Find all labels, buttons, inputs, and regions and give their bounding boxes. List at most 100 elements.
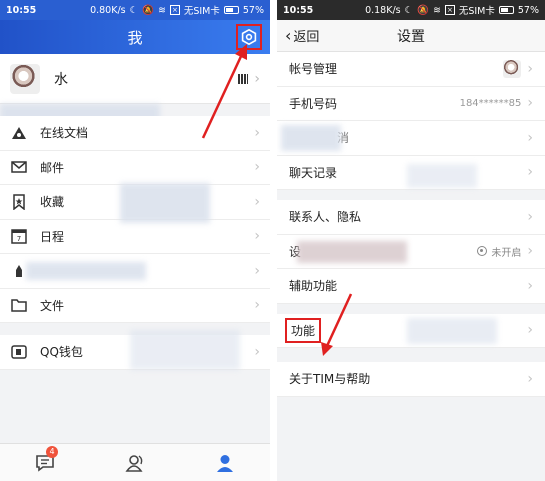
menu-item-label: 在线文档 bbox=[40, 126, 89, 141]
settings-item-label: 手机号码 bbox=[289, 96, 338, 111]
chevron-right-icon: › bbox=[527, 277, 533, 294]
chevron-right-icon: › bbox=[254, 193, 260, 210]
menu-item-label: 收藏 bbox=[40, 195, 65, 210]
screenshot: 10:55 0.80K/s ☾ 🔕 ≋ × 无SIM卡 57% 我 水 › 在线… bbox=[0, 0, 545, 481]
menu-item-online-docs[interactable]: 在线文档 › bbox=[0, 116, 270, 151]
me-screen: 10:55 0.80K/s ☾ 🔕 ≋ × 无SIM卡 57% 我 水 › 在线… bbox=[0, 0, 270, 481]
chevron-right-icon: › bbox=[254, 343, 260, 360]
me-header: 我 bbox=[0, 20, 270, 54]
chevron-right-icon: › bbox=[527, 164, 533, 181]
chevron-right-icon: › bbox=[527, 60, 533, 77]
tab-messages[interactable]: 4 bbox=[30, 445, 60, 478]
unread-badge: 4 bbox=[46, 445, 58, 458]
mute-icon: 🔕 bbox=[417, 4, 429, 16]
chevron-right-icon: › bbox=[254, 297, 260, 314]
wifi-icon: ≋ bbox=[158, 4, 166, 16]
settings-item-label: 关于TIM与帮助 bbox=[289, 372, 371, 387]
battery-level: 57% bbox=[517, 4, 539, 16]
avatar bbox=[10, 63, 40, 94]
chevron-left-icon: ‹ bbox=[285, 26, 292, 45]
settings-item-accessibility[interactable]: 辅助功能 › bbox=[277, 269, 545, 304]
network-speed: 0.80K/s bbox=[90, 4, 126, 16]
wallet-icon bbox=[10, 343, 28, 361]
chevron-right-icon: › bbox=[527, 95, 533, 112]
status-time: 10:55 bbox=[6, 4, 37, 16]
moon-icon: ☾ bbox=[404, 4, 414, 16]
settings-item-label: 联系人、隐私 bbox=[289, 210, 362, 225]
cloud-doc-icon bbox=[10, 124, 28, 142]
battery-icon bbox=[223, 6, 239, 14]
sim-status: 无SIM卡 bbox=[458, 6, 495, 17]
settings-item-phone[interactable]: 手机号码 184******85 › bbox=[277, 86, 545, 121]
features-highlight: 功能 bbox=[285, 317, 322, 343]
status-text: 未开启 bbox=[491, 247, 522, 259]
chevron-right-icon: › bbox=[254, 70, 260, 87]
wifi-icon: ≋ bbox=[433, 4, 441, 16]
settings-screen: 10:55 0.18K/s ☾ 🔕 ≋ × 无SIM卡 57% ‹ 返回 设置 … bbox=[277, 0, 545, 481]
status-bar: 10:55 0.18K/s ☾ 🔕 ≋ × 无SIM卡 57% bbox=[277, 0, 545, 20]
settings-item-messages[interactable]: 消 › bbox=[277, 121, 545, 156]
settings-item-contacts-privacy[interactable]: 联系人、隐私 › bbox=[277, 200, 545, 235]
calendar-icon: 7 bbox=[10, 227, 28, 245]
blurred-region bbox=[407, 317, 497, 344]
settings-item-about-help[interactable]: 关于TIM与帮助 › bbox=[277, 362, 545, 397]
blurred-region bbox=[407, 163, 477, 188]
profile-name: 水 bbox=[54, 71, 68, 88]
settings-item-account[interactable]: 帐号管理 › bbox=[277, 52, 545, 87]
network-speed: 0.18K/s bbox=[365, 4, 401, 16]
chevron-right-icon: › bbox=[527, 243, 533, 260]
settings-item-features[interactable]: 功能 › bbox=[277, 313, 545, 348]
settings-header: ‹ 返回 设置 bbox=[277, 20, 545, 52]
blurred-label bbox=[26, 262, 146, 280]
settings-item-label: 功能 bbox=[291, 323, 316, 338]
settings-item-chat-history[interactable]: 聊天记录 › bbox=[277, 155, 545, 190]
moon-icon: ☾ bbox=[129, 4, 139, 16]
menu-item-label: QQ钱包 bbox=[40, 345, 83, 360]
bottom-tab-bar: 4 bbox=[0, 443, 270, 481]
status-time: 10:55 bbox=[283, 4, 314, 16]
settings-button[interactable] bbox=[236, 24, 262, 50]
settings-item-label: 帐号管理 bbox=[289, 62, 338, 77]
blurred-label bbox=[297, 240, 407, 263]
menu-item-schedule[interactable]: 7 日程 › bbox=[0, 219, 270, 254]
svg-text:7: 7 bbox=[17, 235, 21, 243]
menu-item-blurred[interactable]: › bbox=[0, 254, 270, 289]
folder-icon bbox=[10, 296, 28, 314]
settings-icon bbox=[241, 29, 257, 45]
mute-icon: 🔕 bbox=[142, 4, 154, 16]
menu-item-files[interactable]: 文件 › bbox=[0, 288, 270, 323]
sim-icon: × bbox=[444, 5, 455, 15]
blurred-region bbox=[120, 183, 210, 223]
blurred-region bbox=[130, 330, 240, 370]
menu-item-mail[interactable]: 邮件 › bbox=[0, 150, 270, 185]
tab-contacts[interactable] bbox=[120, 448, 150, 478]
chevron-right-icon: › bbox=[527, 370, 533, 387]
contacts-icon bbox=[125, 454, 143, 472]
sim-icon: × bbox=[169, 5, 180, 15]
chevron-right-icon: › bbox=[527, 322, 533, 339]
avatar bbox=[503, 59, 522, 78]
settings-item-label: 辅助功能 bbox=[289, 279, 338, 294]
chevron-right-icon: › bbox=[254, 159, 260, 176]
profile-row[interactable]: 水 › bbox=[0, 54, 270, 104]
status-indicator: 未开启 bbox=[477, 244, 521, 259]
phone-number-value: 184******85 bbox=[459, 97, 522, 109]
status-icon bbox=[477, 246, 488, 257]
bookmark-icon bbox=[10, 193, 28, 211]
settings-item-label: 聊天记录 bbox=[289, 165, 338, 180]
chevron-right-icon: › bbox=[254, 262, 260, 279]
back-label: 返回 bbox=[293, 30, 320, 45]
qr-code-icon bbox=[238, 73, 249, 84]
tab-me[interactable] bbox=[210, 448, 240, 478]
blurred-label bbox=[281, 125, 341, 151]
chevron-right-icon: › bbox=[254, 228, 260, 245]
settings-item-blurred[interactable]: 设 未开启 › bbox=[277, 234, 545, 269]
mail-icon bbox=[10, 158, 28, 176]
page-title: 我 bbox=[127, 28, 143, 47]
user-icon bbox=[217, 454, 233, 472]
sim-status: 无SIM卡 bbox=[183, 6, 220, 17]
chevron-right-icon: › bbox=[527, 129, 533, 146]
back-button[interactable]: ‹ 返回 bbox=[277, 26, 319, 45]
battery-icon bbox=[498, 6, 514, 14]
chevron-right-icon: › bbox=[254, 124, 260, 141]
